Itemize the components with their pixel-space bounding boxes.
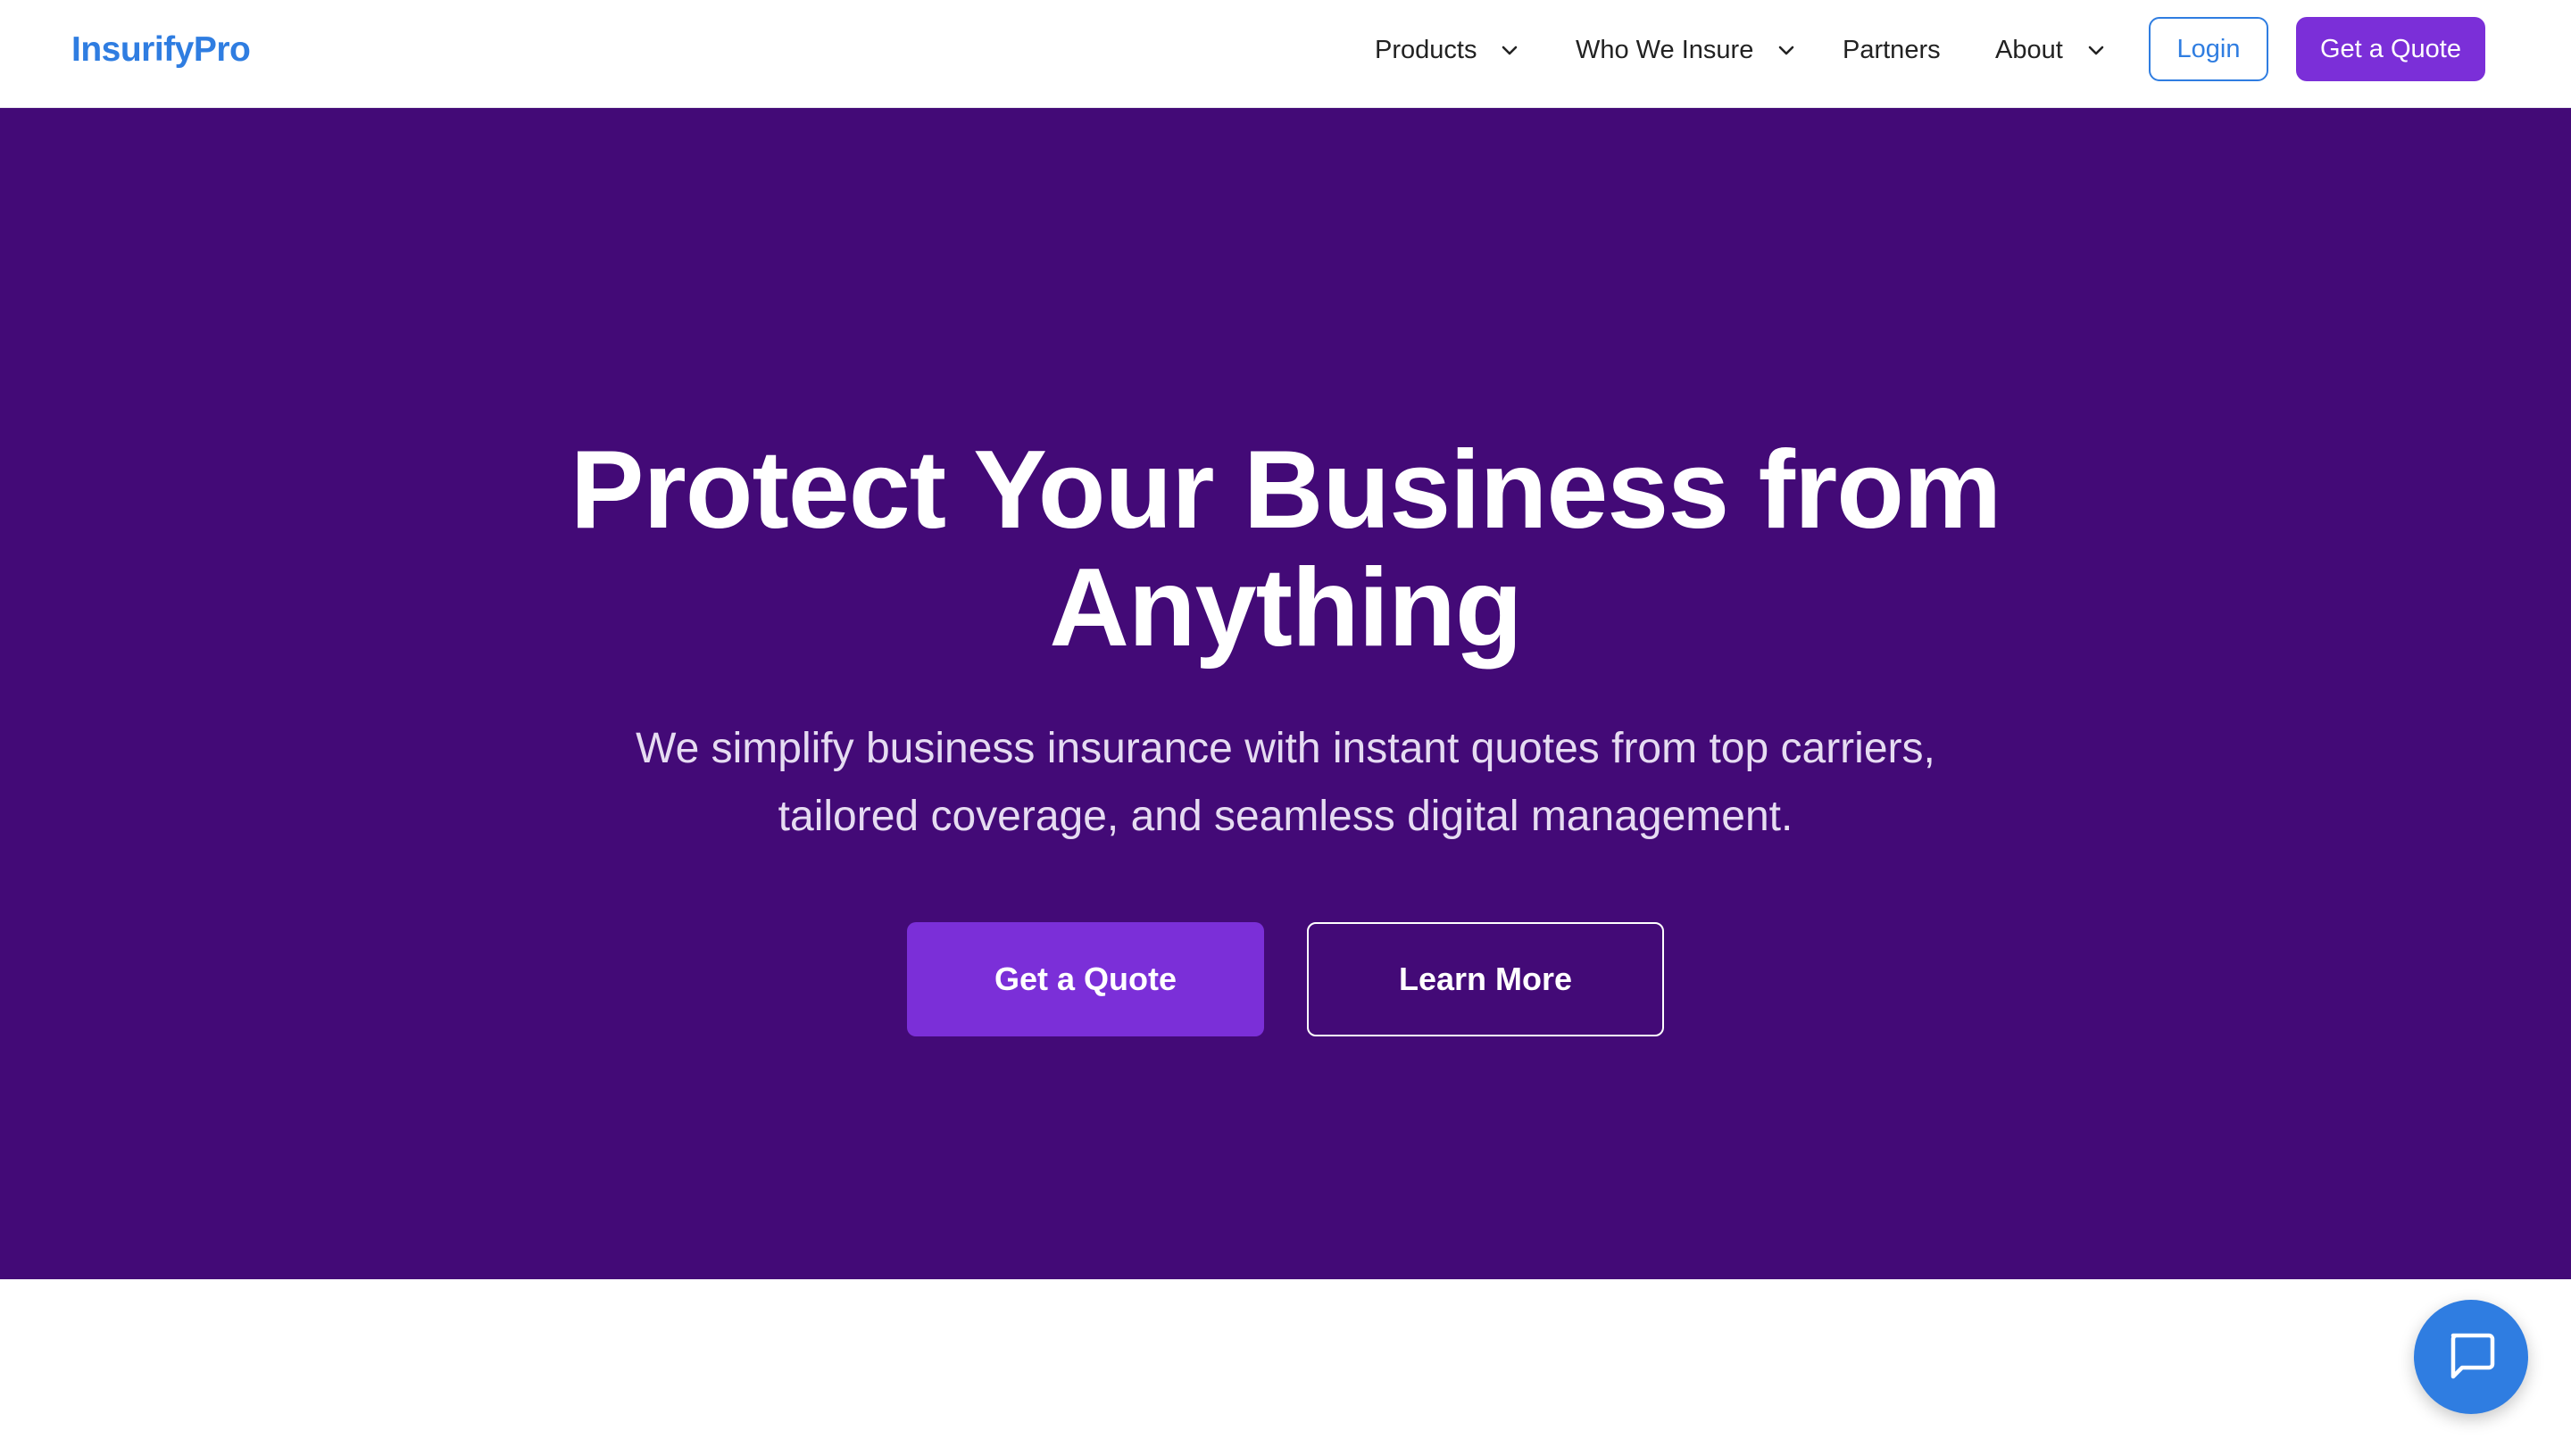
nav-get-quote-button[interactable]: Get a Quote <box>2296 17 2485 81</box>
nav-item-label: About <box>1995 35 2063 64</box>
hero-title: Protect Your Business from Anything <box>570 428 2001 670</box>
login-button[interactable]: Login <box>2149 17 2268 81</box>
nav-item-who-we-insure[interactable]: Who We Insure <box>1576 25 1796 75</box>
nav-item-label: Products <box>1375 35 1477 64</box>
chat-button[interactable] <box>2414 1300 2528 1414</box>
hero-get-quote-button[interactable]: Get a Quote <box>907 922 1264 1036</box>
nav-item-products[interactable]: Products <box>1375 25 1519 75</box>
hero-subtitle: We simplify business insurance with inst… <box>636 725 1935 840</box>
chevron-down-icon <box>1500 40 1519 60</box>
hero-learn-more-button[interactable]: Learn More <box>1307 922 1664 1036</box>
chevron-down-icon <box>1776 40 1796 60</box>
content-section <box>0 1279 2571 1456</box>
nav-item-about[interactable]: About <box>1995 25 2106 75</box>
nav-item-partners[interactable]: Partners <box>1843 25 1941 75</box>
nav-item-label: Who We Insure <box>1576 35 1754 64</box>
top-navbar: InsurifyPro Products Who We Insure Partn… <box>0 0 2571 108</box>
chevron-down-icon <box>2086 40 2106 60</box>
brand-logo[interactable]: InsurifyPro <box>71 25 251 75</box>
chat-bubble-icon <box>2444 1328 2498 1386</box>
nav-item-label: Partners <box>1843 35 1941 64</box>
hero-section: Protect Your Business from Anything We s… <box>0 108 2571 1279</box>
